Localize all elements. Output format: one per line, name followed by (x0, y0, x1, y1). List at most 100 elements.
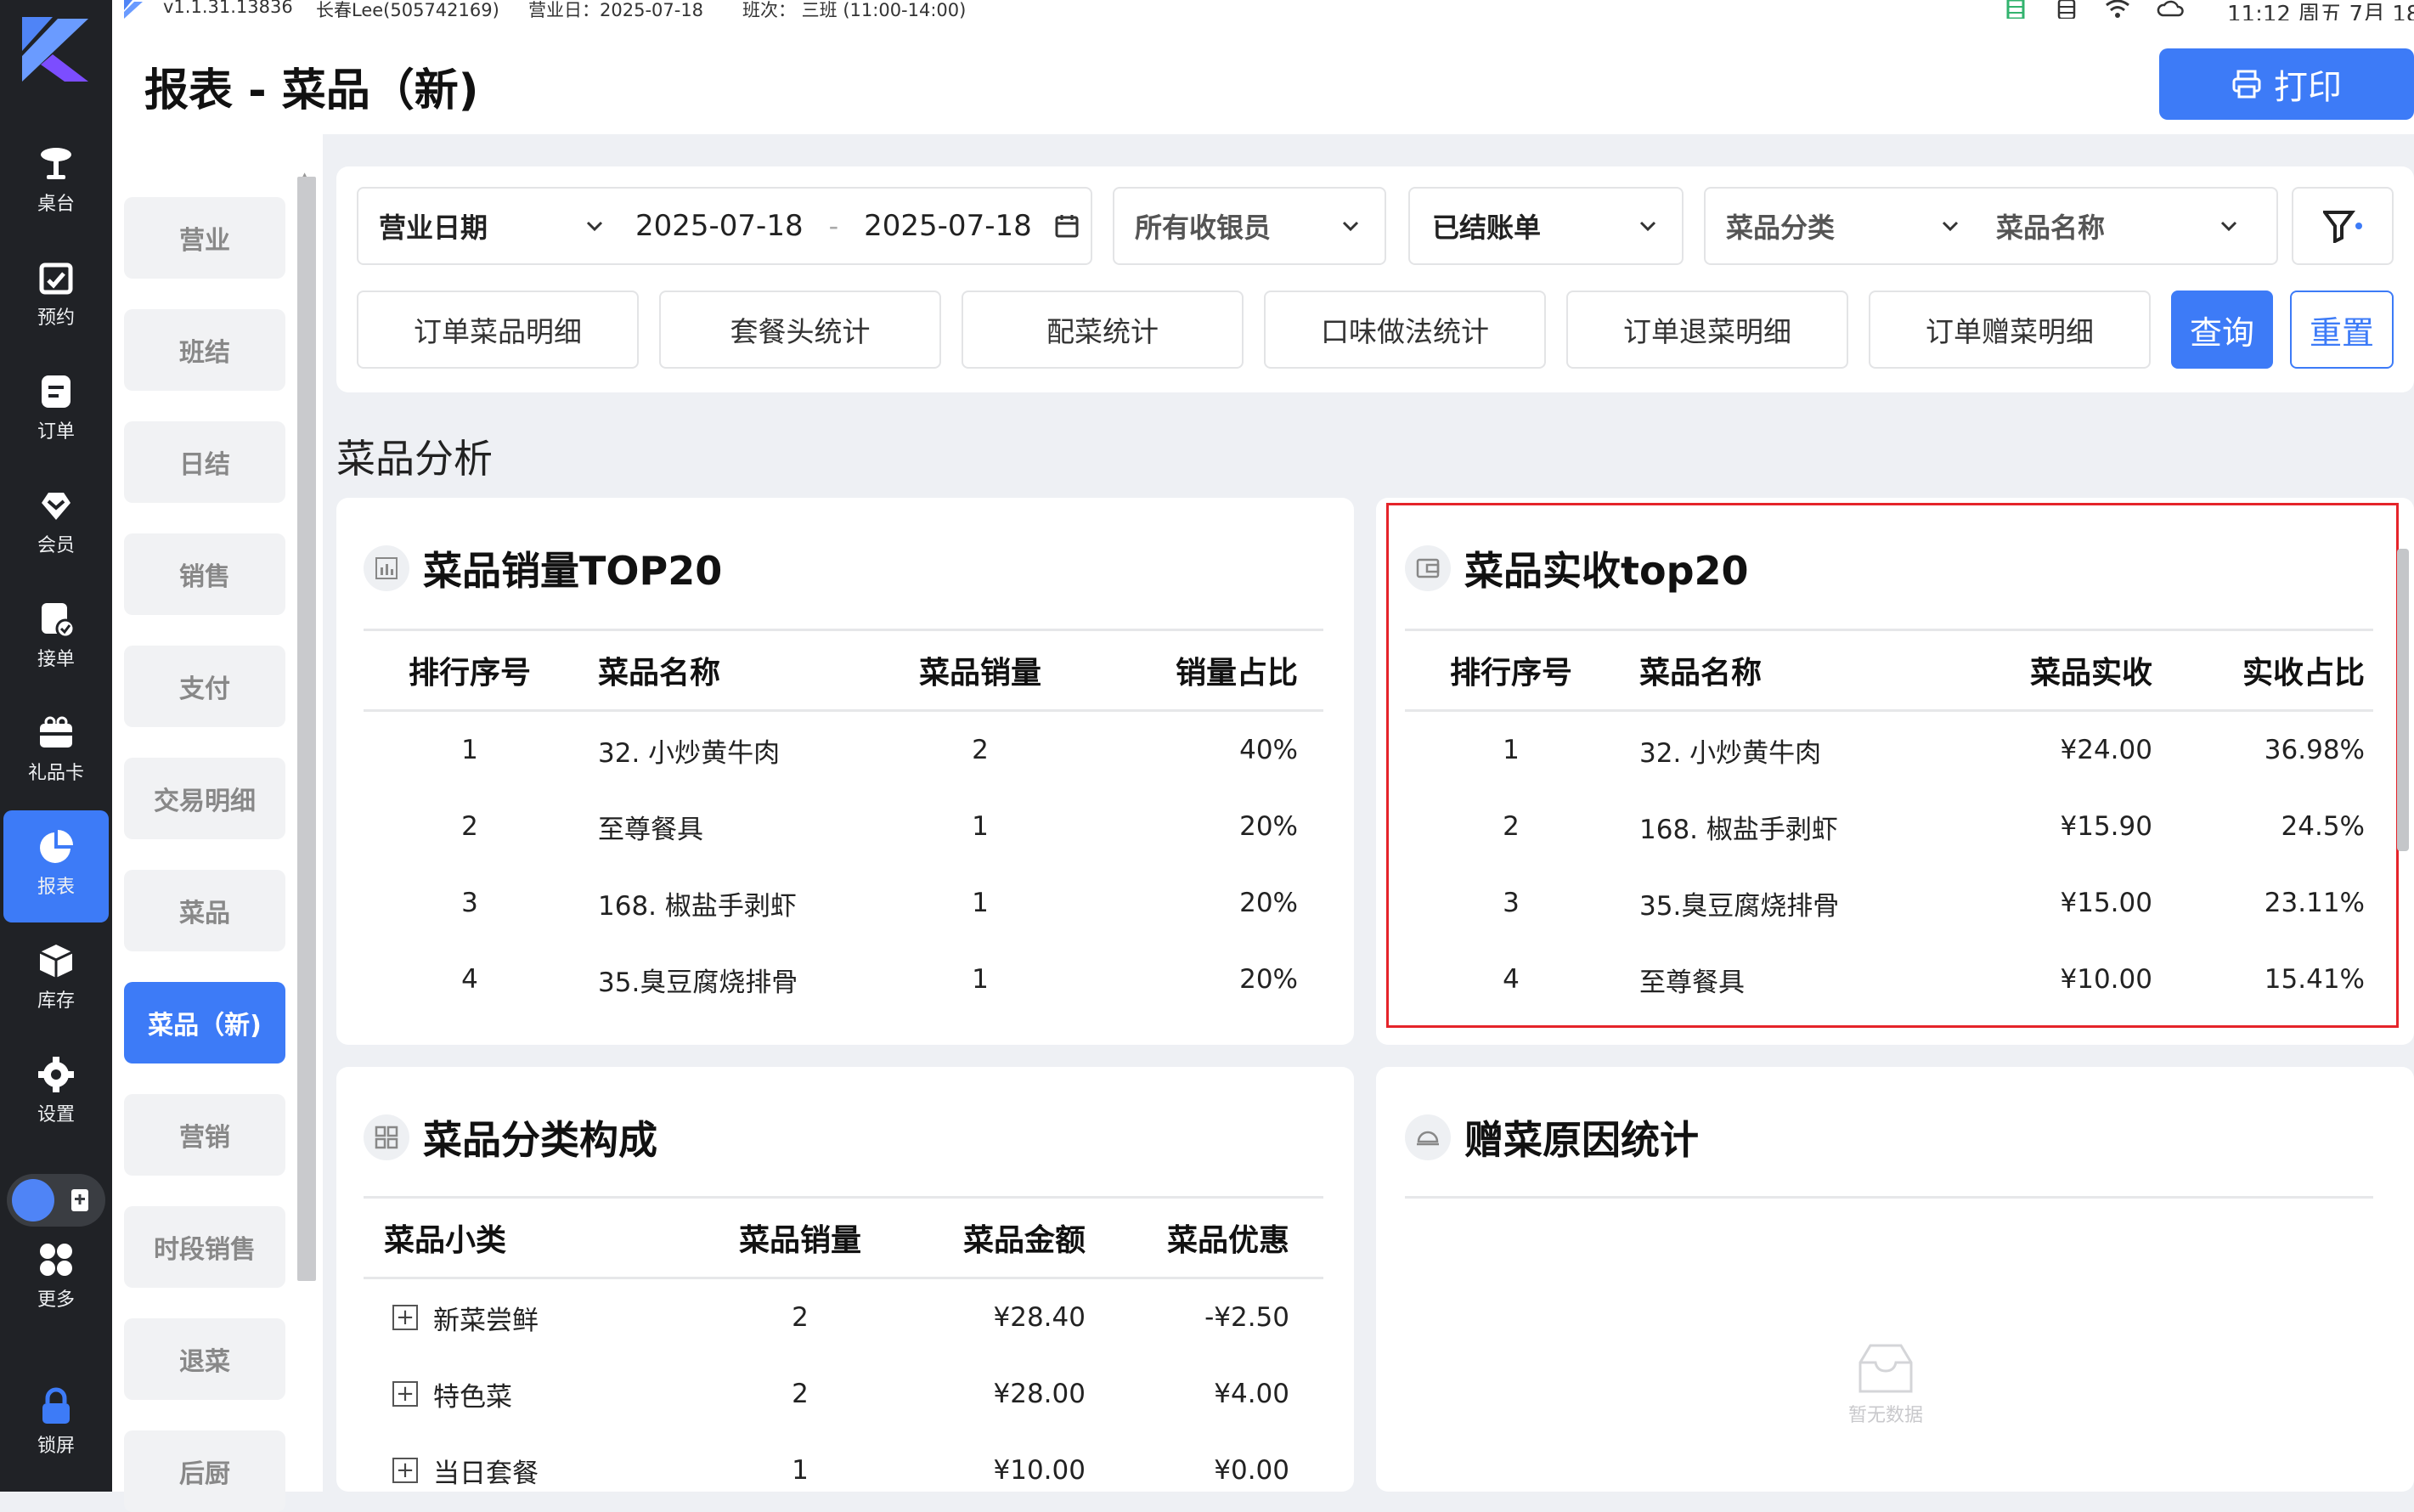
dish-name-select[interactable]: 菜品名称 (1996, 206, 2217, 245)
table-row[interactable]: 3 168. 椒盐手剥虾 1 20% (364, 865, 1323, 941)
cashier-select[interactable]: 所有收银员 (1113, 187, 1386, 265)
main-scrollbar[interactable] (2397, 549, 2409, 851)
sidebar-item-members[interactable]: 会员 (3, 469, 109, 581)
sidebar-item-settings[interactable]: 设置 (3, 1038, 109, 1150)
date-type-select[interactable]: 营业日期 (379, 206, 583, 245)
table-cell: 2 (792, 1379, 809, 1409)
tab-side-dish-stats[interactable]: 配菜统计 (962, 291, 1244, 369)
tab-set-meal-stats[interactable]: 套餐头统计 (659, 291, 941, 369)
subnav-item-returns[interactable]: 退菜 (124, 1318, 285, 1400)
app-logo (22, 17, 88, 82)
subnav-scrollbar[interactable] (297, 177, 316, 1281)
page-title: 报表 - 菜品（新) (144, 65, 479, 116)
subnav-item-sales[interactable]: 销售 (124, 533, 285, 615)
subnav-item-business[interactable]: 营业 (124, 197, 285, 279)
query-button[interactable]: 查询 (2171, 291, 2273, 369)
filter-panel: 营业日期 2025-07-18 - 2025-07-18 所有收银员 已结账单 … (336, 166, 2414, 392)
sidebar-item-reports[interactable]: 报表 (3, 810, 109, 922)
section-title: 菜品分析 (336, 436, 493, 482)
bill-status-select[interactable]: 已结账单 (1408, 187, 1684, 265)
cashier-select-value: 所有收银员 (1135, 212, 1272, 244)
subnav-item-dishes[interactable]: 菜品 (124, 870, 285, 951)
table-cell: 1 (461, 735, 478, 765)
chevron-down-icon (1639, 221, 1656, 232)
sidebar-item-label: 设置 (37, 1104, 75, 1126)
table-header: 排行序号 菜品名称 菜品销量 销量占比 (364, 629, 1323, 712)
category-grid-icon (364, 1114, 409, 1160)
category-name: 新菜尝鲜 (433, 1305, 539, 1336)
subnav-item-transactions[interactable]: 交易明细 (124, 758, 285, 839)
gift-card-icon (40, 716, 72, 748)
sidebar-item-label: 礼品卡 (27, 763, 84, 784)
subnav-item-kitchen[interactable]: 后厨 (124, 1430, 285, 1512)
subnav-item-dishes-new[interactable]: 菜品（新) (124, 982, 285, 1063)
table-row[interactable]: + 特色菜 2 ¥28.00 ¥4.00 (364, 1356, 1323, 1432)
table-row[interactable]: 1 32. 小炒黄牛肉 2 40% (364, 712, 1323, 788)
sidebar-item-tables[interactable]: 桌台 (3, 127, 109, 240)
card-title: 赠菜原因统计 (1405, 1109, 1699, 1165)
subnav-item-marketing[interactable]: 营销 (124, 1094, 285, 1176)
table-cell: 3 (461, 888, 478, 918)
sidebar-item-orders[interactable]: 订单 (3, 355, 109, 467)
grid-icon (40, 1244, 72, 1276)
date-end-input[interactable]: 2025-07-18 (864, 209, 1032, 243)
gear-icon (38, 1057, 74, 1092)
table-cell: 1 (972, 964, 989, 995)
tab-return-dish-detail[interactable]: 订单退菜明细 (1566, 291, 1848, 369)
table-cell: 2 (972, 735, 989, 765)
dish-cover-icon (1405, 1114, 1451, 1160)
sidebar-item-inventory[interactable]: 库存 (3, 924, 109, 1036)
expand-icon[interactable]: + (392, 1458, 418, 1483)
top-sales-title: 菜品销量TOP20 (423, 548, 723, 594)
tab-order-dish-detail[interactable]: 订单菜品明细 (357, 291, 639, 369)
table-cell: ¥28.00 (993, 1379, 1086, 1409)
dish-filter-group[interactable]: 菜品分类 菜品名称 (1704, 187, 2278, 265)
bill-status-value: 已结账单 (1432, 212, 1542, 244)
category-name: 当日套餐 (433, 1458, 539, 1489)
sidebar-item-label: 报表 (37, 877, 75, 898)
empty-inbox-icon (1858, 1344, 1913, 1393)
cloud-icon (2157, 0, 2184, 17)
mode-toggle[interactable] (7, 1174, 105, 1227)
table-row[interactable]: 2 至尊餐具 1 20% (364, 788, 1323, 865)
reset-button[interactable]: 重置 (2290, 291, 2394, 369)
heart-icon (42, 493, 71, 520)
subnav-item-period-sales[interactable]: 时段销售 (124, 1206, 285, 1288)
table-row[interactable]: + 当日套餐 1 ¥10.00 ¥0.00 (364, 1432, 1323, 1509)
header-rank: 排行序号 (408, 656, 531, 691)
expand-icon[interactable]: + (392, 1305, 418, 1330)
sidebar-item-label: 订单 (37, 421, 75, 443)
table-body: + 新菜尝鲜 2 ¥28.40 -¥2.50 + 特色菜 2 ¥28.00 ¥4.00 + 当日套餐 1… (364, 1279, 1323, 1509)
subnav-item-payment[interactable]: 支付 (124, 646, 285, 727)
sidebar-item-more[interactable]: 更多 (3, 1223, 109, 1335)
category-name: 特色菜 (433, 1381, 512, 1413)
table-row[interactable]: 4 35.臭豆腐烧排骨 1 20% (364, 941, 1323, 1018)
empty-state-text: 暂无数据 (1847, 1405, 1923, 1426)
expand-icon[interactable]: + (392, 1381, 418, 1407)
calendar-icon[interactable] (1054, 213, 1080, 239)
subnav-item-day-close[interactable]: 日结 (124, 421, 285, 503)
tab-gift-dish-detail[interactable]: 订单赠菜明细 (1869, 291, 2151, 369)
table-icon (41, 148, 71, 179)
status-bar: v1.1.31.13836 长春Lee(505742169) 营业日：2025-… (112, 0, 2414, 27)
advanced-filter-button[interactable] (2292, 187, 2394, 265)
print-button[interactable]: 打印 (2159, 48, 2414, 120)
sidebar-item-gift-card[interactable]: 礼品卡 (3, 697, 109, 809)
sidebar-item-reservations[interactable]: 预约 (3, 241, 109, 353)
toggle-knob-icon (12, 1179, 54, 1221)
order-icon (42, 375, 71, 408)
sidebar-item-label: 锁屏 (37, 1436, 75, 1457)
subnav-item-shift-close[interactable]: 班结 (124, 309, 285, 391)
table-cell: 35.臭豆腐烧排骨 (598, 967, 798, 998)
dish-category-select[interactable]: 菜品分类 (1726, 206, 1938, 245)
date-start-input[interactable]: 2025-07-18 (635, 209, 804, 243)
header-sales-ratio: 销量占比 (1175, 656, 1298, 691)
sidebar-item-label: 预约 (37, 307, 75, 329)
table-row[interactable]: + 新菜尝鲜 2 ¥28.40 -¥2.50 (364, 1279, 1323, 1356)
card-title: 菜品销量TOP20 (364, 540, 722, 596)
sidebar-item-receive-orders[interactable]: 接单 (3, 583, 109, 695)
tab-flavor-stats[interactable]: 口味做法统计 (1264, 291, 1546, 369)
sidebar-item-lock[interactable]: 锁屏 (3, 1369, 109, 1481)
table-cell: 1 (972, 811, 989, 842)
date-range-filter[interactable]: 营业日期 2025-07-18 - 2025-07-18 (357, 187, 1092, 265)
